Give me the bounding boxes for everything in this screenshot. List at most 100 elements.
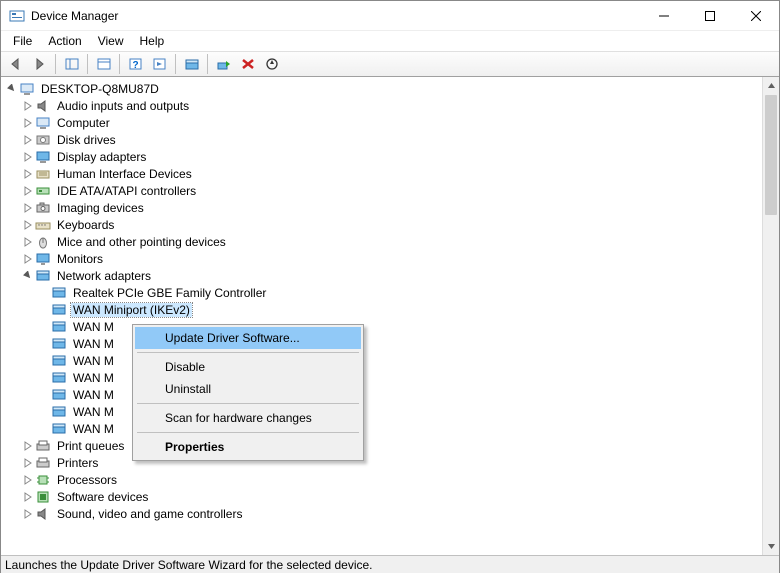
toolbar-separator [119, 54, 120, 74]
keyboard-icon [35, 217, 51, 233]
update-driver-button[interactable] [180, 53, 203, 75]
minimize-button[interactable] [641, 1, 687, 31]
forward-button[interactable] [28, 53, 51, 75]
tree-category-ide[interactable]: IDE ATA/ATAPI controllers [5, 182, 762, 199]
tree-device-wan[interactable]: WAN M [5, 352, 762, 369]
tree-category-mice[interactable]: Mice and other pointing devices [5, 233, 762, 250]
context-menu-separator [137, 352, 359, 353]
scroll-down-icon[interactable] [763, 538, 779, 555]
menu-view[interactable]: View [90, 32, 132, 50]
window-title: Device Manager [31, 9, 641, 23]
network-adapter-icon [51, 285, 67, 301]
maximize-button[interactable] [687, 1, 733, 31]
tree-device-realtek[interactable]: Realtek PCIe GBE Family Controller [5, 284, 762, 301]
ctx-uninstall[interactable]: Uninstall [135, 378, 361, 400]
expand-icon[interactable] [21, 184, 35, 198]
network-adapter-icon [51, 421, 67, 437]
network-adapter-icon [51, 319, 67, 335]
menu-file[interactable]: File [5, 32, 40, 50]
content-area: DESKTOP-Q8MU87D Audio inputs and outputs… [1, 77, 779, 555]
help-button[interactable]: ? [124, 53, 147, 75]
tree-category-display[interactable]: Display adapters [5, 148, 762, 165]
expand-icon[interactable] [21, 218, 35, 232]
expand-icon[interactable] [21, 133, 35, 147]
tree-category-hid[interactable]: Human Interface Devices [5, 165, 762, 182]
tree-category-computer[interactable]: Computer [5, 114, 762, 131]
properties-button[interactable] [92, 53, 115, 75]
disk-icon [35, 132, 51, 148]
scrollbar-thumb[interactable] [765, 95, 777, 215]
tree-category-software[interactable]: Software devices [5, 488, 762, 505]
ctx-scan[interactable]: Scan for hardware changes [135, 407, 361, 429]
ctx-update-driver[interactable]: Update Driver Software... [135, 327, 361, 349]
vertical-scrollbar[interactable] [762, 77, 779, 555]
tree-root[interactable]: DESKTOP-Q8MU87D [5, 80, 762, 97]
tree-category-audio[interactable]: Audio inputs and outputs [5, 97, 762, 114]
software-icon [35, 489, 51, 505]
expand-icon[interactable] [21, 252, 35, 266]
ide-icon [35, 183, 51, 199]
scroll-up-icon[interactable] [763, 77, 779, 94]
expand-icon[interactable] [21, 473, 35, 487]
network-adapter-icon [51, 353, 67, 369]
expand-icon[interactable] [21, 456, 35, 470]
menu-help[interactable]: Help [132, 32, 173, 50]
toolbar-separator [55, 54, 56, 74]
network-adapter-icon [51, 336, 67, 352]
tree-device-wan[interactable]: WAN M [5, 403, 762, 420]
enable-button[interactable] [212, 53, 235, 75]
tree-category-monitors[interactable]: Monitors [5, 250, 762, 267]
print-queue-icon [35, 438, 51, 454]
expand-icon[interactable] [21, 201, 35, 215]
network-adapter-icon [51, 302, 67, 318]
context-menu-separator [137, 403, 359, 404]
expand-icon[interactable] [21, 150, 35, 164]
camera-icon [35, 200, 51, 216]
audio-icon [35, 98, 51, 114]
expand-icon[interactable] [21, 167, 35, 181]
tree-device-wan-ikev2[interactable]: WAN Miniport (IKEv2) [5, 301, 762, 318]
status-text: Launches the Update Driver Software Wiza… [5, 558, 373, 572]
app-icon [9, 8, 25, 24]
tree-category-imaging[interactable]: Imaging devices [5, 199, 762, 216]
back-button[interactable] [4, 53, 27, 75]
computer-icon [35, 115, 51, 131]
tree-category-disk[interactable]: Disk drives [5, 131, 762, 148]
printer-icon [35, 455, 51, 471]
mouse-icon [35, 234, 51, 250]
tree-device-wan[interactable]: WAN M [5, 318, 762, 335]
tree-category-printers[interactable]: Printers [5, 454, 762, 471]
expand-icon[interactable] [21, 116, 35, 130]
scan-hardware-button[interactable] [260, 53, 283, 75]
menu-action[interactable]: Action [40, 32, 89, 50]
ctx-properties[interactable]: Properties [135, 436, 361, 458]
tree-category-printq[interactable]: Print queues [5, 437, 762, 454]
show-hide-tree-button[interactable] [60, 53, 83, 75]
close-button[interactable] [733, 1, 779, 31]
tree-device-wan[interactable]: WAN M [5, 369, 762, 386]
expand-icon[interactable] [21, 439, 35, 453]
tree-category-network[interactable]: Network adapters [5, 267, 762, 284]
action-button[interactable] [148, 53, 171, 75]
toolbar-separator [175, 54, 176, 74]
tree-device-wan[interactable]: WAN M [5, 335, 762, 352]
expand-icon[interactable] [21, 507, 35, 521]
ctx-disable[interactable]: Disable [135, 356, 361, 378]
tree-device-wan[interactable]: WAN M [5, 386, 762, 403]
tree-category-keyboards[interactable]: Keyboards [5, 216, 762, 233]
tree-category-sound[interactable]: Sound, video and game controllers [5, 505, 762, 522]
title-bar: Device Manager [1, 1, 779, 31]
toolbar: ? [1, 51, 779, 77]
context-menu: Update Driver Software... Disable Uninst… [132, 324, 364, 461]
device-tree[interactable]: DESKTOP-Q8MU87D Audio inputs and outputs… [1, 77, 762, 555]
toolbar-separator [87, 54, 88, 74]
uninstall-button[interactable] [236, 53, 259, 75]
tree-device-wan[interactable]: WAN M [5, 420, 762, 437]
expand-icon[interactable] [21, 99, 35, 113]
computer-icon [19, 81, 35, 97]
collapse-icon[interactable] [5, 82, 19, 96]
expand-icon[interactable] [21, 490, 35, 504]
expand-icon[interactable] [21, 235, 35, 249]
collapse-icon[interactable] [21, 269, 35, 283]
tree-category-processors[interactable]: Processors [5, 471, 762, 488]
